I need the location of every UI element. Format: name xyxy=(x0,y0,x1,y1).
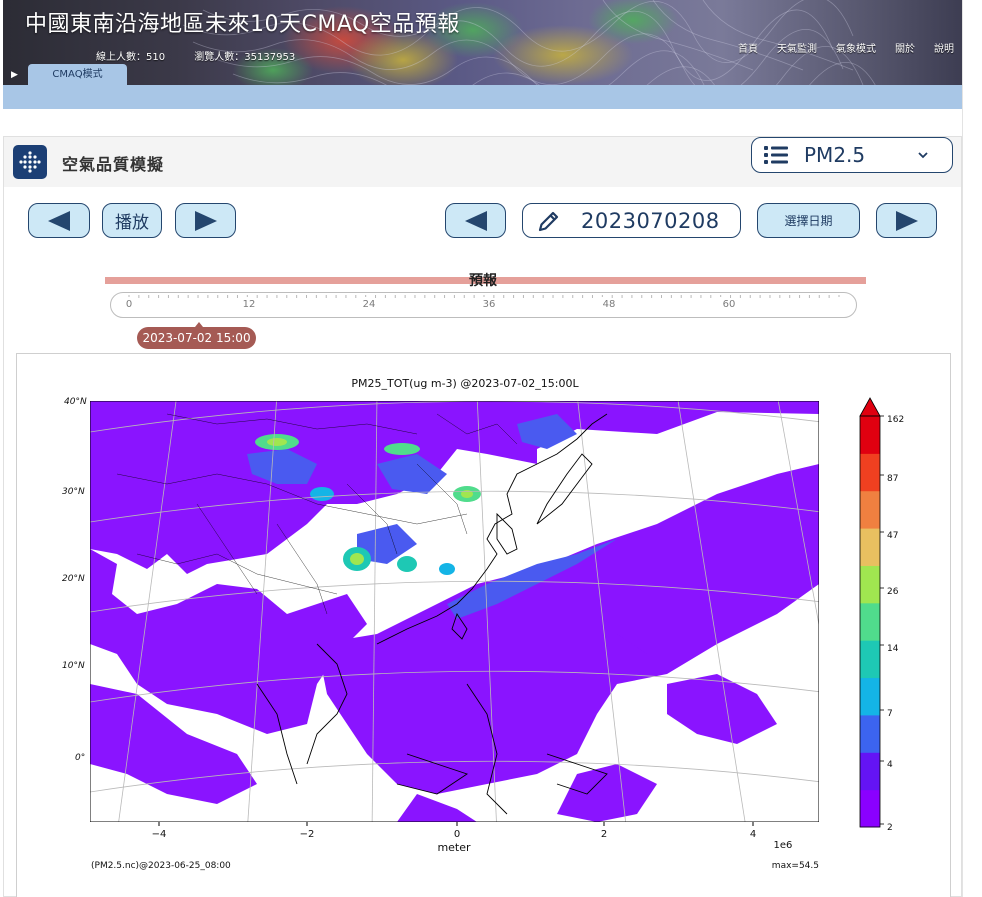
colorbar-tick-label: 2 xyxy=(887,823,893,833)
lat-label: 40°N xyxy=(64,397,87,407)
species-selected-value: PM2.5 xyxy=(804,143,866,167)
triangle-left-icon xyxy=(48,210,70,231)
play-button[interactable]: 播放 xyxy=(102,203,162,238)
pencil-icon xyxy=(538,211,559,231)
x-tick-label: −4 xyxy=(152,829,167,840)
lat-label: 10°N xyxy=(62,661,85,671)
species-select[interactable]: PM2.5 xyxy=(751,137,953,173)
colorbar-extend-arrow xyxy=(859,397,881,417)
page-border xyxy=(962,0,963,897)
x-tick-label: −2 xyxy=(300,829,315,840)
lat-label: 0° xyxy=(75,753,85,763)
visitor-counters: 線上人數：510 瀏覽人數：35137953 xyxy=(96,48,321,63)
timeline-tick-label: 36 xyxy=(483,299,496,310)
site-title: 中國東南沿海地區未來10天CMAQ空品預報 xyxy=(25,12,460,37)
colorbar-tick-label: 7 xyxy=(887,709,893,719)
chevron-down-icon xyxy=(918,151,928,158)
colorbar-segment xyxy=(860,565,880,604)
header-banner: 中國東南沿海地區未來10天CMAQ空品預報 線上人數：510 瀏覽人數：3513… xyxy=(3,0,962,85)
tab-bar xyxy=(3,85,962,109)
lat-label: 30°N xyxy=(62,487,85,497)
select-date-button[interactable]: 選擇日期 xyxy=(757,203,860,238)
map-title: PM25_TOT(ug m-3) @2023-07-02_15:00L xyxy=(351,377,579,390)
source-note: (PM2.5.nc)@2023-06-25_08:00 xyxy=(91,861,231,871)
colorbar-segment xyxy=(860,528,880,566)
pm25-map: PM25_TOT(ug m-3) @2023-07-02_15:00L 40°N… xyxy=(62,377,904,871)
top-navigation: 首頁 天氣監測 氣象模式 關於 說明 xyxy=(738,40,954,55)
timeline-tick-label: 60 xyxy=(723,299,736,310)
air-quality-panel: 空氣品質模擬 PM2.5 播放 2023070208 選擇日期 預報 0 12 … xyxy=(3,136,962,897)
colorbar-tick-label: 4 xyxy=(887,760,893,770)
next-frame-button[interactable] xyxy=(175,203,236,238)
colorbar-segment xyxy=(860,789,880,828)
date-field[interactable]: 2023070208 xyxy=(522,203,741,238)
tab-cmaq-model[interactable]: CMAQ模式 xyxy=(28,64,127,85)
timeline-ticks: 0 12 24 36 48 60 xyxy=(126,295,840,310)
x-tick-label: 2 xyxy=(601,829,607,840)
timeline-tick-label: 24 xyxy=(363,299,376,310)
map-plot-area xyxy=(90,401,819,822)
colorbar-segment xyxy=(860,453,880,492)
collapse-arrow-icon[interactable]: ▶ xyxy=(11,70,18,80)
previous-date-button[interactable] xyxy=(445,203,506,238)
x-axis-exponent: 1e6 xyxy=(774,840,793,851)
colorbar-segment xyxy=(860,752,880,791)
colorbar-segment xyxy=(860,416,880,454)
online-count: 線上人數：510 xyxy=(96,52,166,63)
timeline-current-time: 2023-07-02 15:00 xyxy=(137,322,257,349)
nav-about[interactable]: 關於 xyxy=(895,40,915,55)
x-axis-label: meter xyxy=(437,841,471,854)
visit-count: 瀏覽人數：35137953 xyxy=(194,52,296,63)
max-note: max=54.5 xyxy=(772,861,819,871)
colorbar-segment xyxy=(860,677,880,716)
colorbar-tick-label: 47 xyxy=(887,531,898,541)
nav-home[interactable]: 首頁 xyxy=(738,40,758,55)
nav-help[interactable]: 說明 xyxy=(934,40,954,55)
timeline-tick-label: 48 xyxy=(603,299,616,310)
nav-weather-monitor[interactable]: 天氣監測 xyxy=(777,40,817,55)
triangle-right-icon xyxy=(895,210,918,231)
pm25-map-figure: PM25_TOT(ug m-3) @2023-07-02_15:00L 40°N… xyxy=(16,353,951,897)
colorbar-segment xyxy=(860,714,880,753)
timeline-tick-label: 12 xyxy=(243,299,256,310)
next-date-button[interactable] xyxy=(876,203,937,238)
timeline-label: 預報 xyxy=(469,273,497,289)
previous-frame-button[interactable] xyxy=(28,203,90,238)
timeline-tick-label: 0 xyxy=(126,299,132,310)
grid-dots-icon xyxy=(13,145,47,179)
triangle-right-icon xyxy=(194,210,217,231)
panel-title: 空氣品質模擬 xyxy=(62,155,165,174)
colorbar-tick-label: 87 xyxy=(887,474,898,484)
date-value: 2023070208 xyxy=(581,208,720,233)
colorbar-segment xyxy=(860,640,880,679)
colorbar-segment xyxy=(860,602,880,641)
x-tick-label: 0 xyxy=(454,829,460,840)
list-icon xyxy=(764,146,788,164)
page: 中國東南沿海地區未來10天CMAQ空品預報 線上人數：510 瀏覽人數：3513… xyxy=(0,0,982,897)
colorbar xyxy=(859,397,884,828)
lat-label: 20°N xyxy=(62,574,85,584)
triangle-left-icon xyxy=(464,210,487,231)
colorbar-tick-label: 26 xyxy=(887,587,899,597)
colorbar-tick-label: 162 xyxy=(887,415,904,425)
colorbar-tick-label: 14 xyxy=(887,644,899,654)
nav-weather-model[interactable]: 氣象模式 xyxy=(836,40,876,55)
x-tick-label: 4 xyxy=(750,829,756,840)
colorbar-segment xyxy=(860,490,880,529)
timeline-slider[interactable]: 0 12 24 36 48 60 xyxy=(110,292,857,318)
